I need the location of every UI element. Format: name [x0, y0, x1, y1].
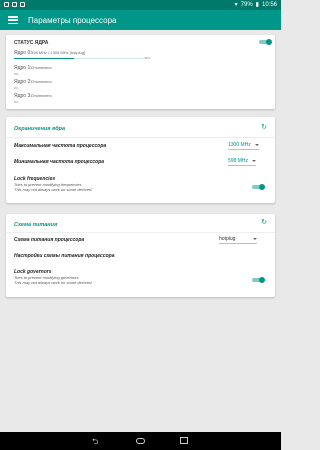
core-load-fill: [14, 58, 74, 59]
governor-settings-item[interactable]: Настройки схемы питания процессора: [14, 253, 115, 259]
min-freq-value: 598 MHz: [228, 158, 249, 164]
chevron-down-icon: [252, 160, 257, 162]
page-title: Параметры процессора: [28, 15, 117, 25]
divider: [6, 232, 275, 233]
core-item-2: Ядро 2: Отключено 0%: [14, 79, 269, 93]
status-bar: ▾ 79% ▮ 10:56: [0, 0, 281, 10]
usb-icon: [12, 2, 17, 7]
min-freq-label: Минимальная частота процессора: [14, 159, 105, 165]
core-name: Ядро 3:: [14, 93, 32, 99]
notification-icon: [4, 2, 9, 7]
chevron-down-icon: [253, 238, 258, 240]
navigation-bar: ⮌: [0, 432, 281, 450]
core-item-1: Ядро 1: Отключено 0%: [14, 65, 269, 79]
lock-freq-toggle[interactable]: [252, 184, 265, 190]
min-freq-select[interactable]: 598 MHz: [228, 158, 257, 166]
divider: [6, 137, 275, 138]
home-icon[interactable]: [136, 438, 145, 444]
core-value: Отключено: [31, 65, 52, 70]
core-item-0: Ядро 0: 598 MHz / 1300 MHz [hotplug] 46%: [14, 50, 269, 64]
core-limits-title: Ограничения ядра: [14, 126, 66, 132]
core-status-toggle[interactable]: [259, 39, 272, 45]
core-status-card: СТАТУС ЯДРА Ядро 0: 598 MHz / 1300 MHz […: [6, 35, 275, 109]
core-load-bar: [14, 58, 144, 59]
lock-gov-toggle[interactable]: [252, 277, 265, 283]
lock-gov-warning: This may not always work on some devices…: [14, 280, 93, 285]
back-icon[interactable]: ⮌: [92, 436, 98, 450]
power-scheme-title: Схема питания: [14, 222, 58, 228]
refresh-icon[interactable]: ↻: [261, 123, 267, 131]
mail-icon: [20, 2, 25, 7]
app-bar: Параметры процессора: [0, 10, 281, 30]
max-freq-value: 1300 MHz: [228, 142, 251, 148]
core-name: Ядро 0:: [14, 50, 32, 56]
core-status-title: СТАТУС ЯДРА: [14, 40, 49, 46]
core-load-end-label: 46%: [144, 55, 151, 60]
chevron-down-icon: [254, 144, 259, 146]
core-value: Отключено: [31, 93, 52, 98]
core-value: Отключено: [31, 79, 52, 84]
recent-apps-icon[interactable]: [180, 437, 188, 444]
wifi-icon: ▾: [234, 2, 238, 8]
governor-label: Схема питания процессора: [14, 237, 85, 243]
governor-value: hotplug: [219, 236, 236, 242]
refresh-icon[interactable]: ↻: [261, 218, 267, 226]
battery-percent: 79%: [240, 1, 253, 8]
battery-icon: ▮: [255, 2, 259, 8]
core-load-label: 0%: [14, 86, 19, 90]
governor-select[interactable]: hotplug: [219, 236, 258, 244]
max-freq-select[interactable]: 1300 MHz: [228, 142, 259, 150]
core-load-label: 0%: [14, 100, 19, 104]
menu-icon[interactable]: [8, 16, 18, 24]
core-load-label: 0%: [14, 72, 19, 76]
power-scheme-card: Схема питания ↻ Схема питания процессора…: [6, 214, 275, 297]
clock: 10:56: [261, 1, 277, 8]
core-limits-card: Ограничения ядра ↻ Максимальная частота …: [6, 117, 275, 203]
core-name: Ядро 2:: [14, 79, 32, 85]
max-freq-label: Максимальная частота процессора: [14, 143, 107, 149]
core-item-3: Ядро 3: Отключено 0%: [14, 93, 269, 107]
core-name: Ядро 1:: [14, 65, 32, 71]
lock-freq-warning: This may not always work on some devices…: [14, 187, 93, 192]
core-value: 598 MHz / 1300 MHz [hotplug]: [31, 50, 86, 55]
